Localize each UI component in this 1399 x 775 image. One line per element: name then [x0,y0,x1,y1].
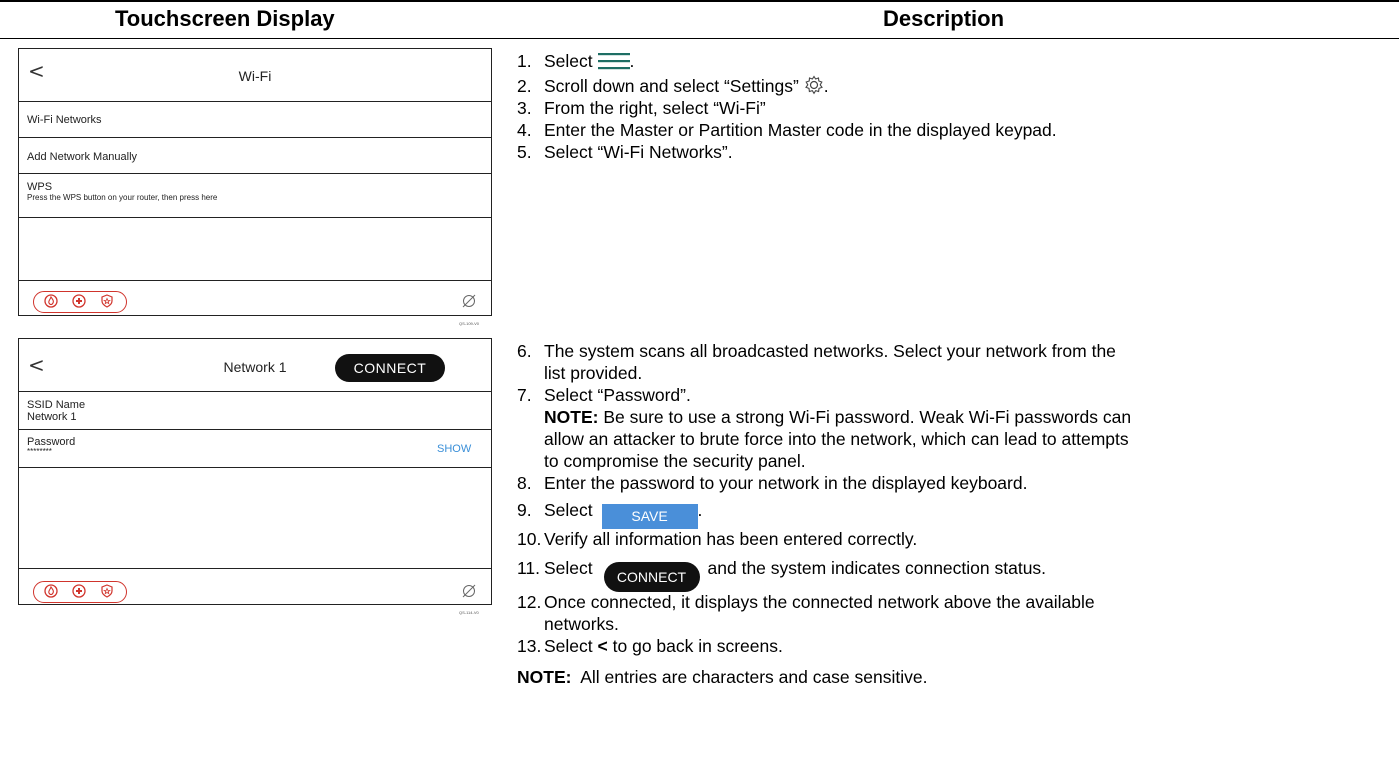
step-8: 8. Enter the password to your network in … [517,473,1028,493]
empty-area [19,468,491,569]
gear-icon [804,75,823,95]
back-chevron-icon: < [597,636,608,656]
step-1: 1. Select . [517,51,635,71]
step-6-continued: list provided. [544,363,643,383]
medical-icon[interactable] [72,294,86,308]
step-5: 5. Select “Wi-Fi Networks”. [517,142,733,162]
wifi-networks-row[interactable]: Wi-Fi Networks [19,102,491,138]
step-6: 6. The system scans all broadcasted netwo… [517,341,1116,361]
ssid-value: Network 1 [27,411,77,423]
no-signal-icon[interactable] [462,584,476,598]
step-9: 9. Select SAVE. [517,499,702,529]
empty-area [19,218,491,281]
add-network-row[interactable]: Add Network Manually [19,138,491,174]
step-12-continued: networks. [544,614,619,634]
network-screen: < Network 1 CONNECT SSID Name Network 1 … [18,338,492,605]
top-rule [0,0,1399,2]
password-value: ******** [27,447,52,456]
fire-icon[interactable] [44,294,58,308]
police-icon[interactable] [100,584,114,598]
step-4: 4. Enter the Master or Partition Master c… [517,120,1057,140]
network-title-bar: < Network 1 CONNECT [19,339,491,392]
column-header-touchscreen: Touchscreen Display [115,6,335,31]
step-11: 11. Select CONNECT and the system indicate… [517,557,1046,592]
step-13: 13. Select < to go back in screens. [517,636,783,656]
wps-row[interactable]: WPS Press the WPS button on your router,… [19,174,491,218]
add-network-label: Add Network Manually [27,151,138,163]
note-password: NOTE: Be sure to use a strong Wi-Fi pass… [544,407,1132,427]
step-3: 3. From the right, select “Wi-Fi” [517,98,766,118]
connect-button: CONNECT [603,562,700,592]
wifi-screen: < Wi-Fi Wi-Fi Networks Add Network Manua… [18,48,492,316]
figure-code: QS-109-V0 [459,321,480,326]
step-7: 7. Select “Password”. [517,385,691,405]
wps-title: WPS [27,181,53,193]
note-case-sensitive: NOTE: All entries are characters and cas… [517,667,928,687]
wifi-networks-label: Wi-Fi Networks [27,114,102,126]
connect-button[interactable]: CONNECT [335,354,445,382]
column-header-description: Description [883,6,1005,31]
header-rule [0,38,1399,39]
menu-icon [597,53,630,70]
no-signal-icon[interactable] [462,294,476,308]
emergency-buttons[interactable] [33,291,127,313]
fire-icon[interactable] [44,584,58,598]
step-12: 12. Once connected, it displays the conne… [517,592,1095,612]
save-button: SAVE [601,504,698,529]
step-2: 2. Scroll down and select “Settings” . [517,75,829,96]
ssid-row[interactable]: SSID Name Network 1 [19,392,491,430]
medical-icon[interactable] [72,584,86,598]
figure-code: QS-114-V0 [459,610,479,615]
police-icon[interactable] [100,294,114,308]
step-10: 10. Verify all information has been enter… [517,529,918,549]
screen-title: Wi-Fi [238,68,272,84]
show-password-button[interactable]: SHOW [437,443,471,455]
emergency-buttons[interactable] [33,581,127,603]
ssid-label: SSID Name [27,399,86,411]
wifi-title-bar: < Wi-Fi [19,49,491,102]
password-row[interactable]: Password ******** SHOW [19,430,491,468]
note-password-line-3: to compromise the security panel. [544,451,806,471]
note-password-line-2: allow an attacker to brute force into th… [544,429,1129,449]
wps-subtitle: Press the WPS button on your router, the… [27,193,218,202]
